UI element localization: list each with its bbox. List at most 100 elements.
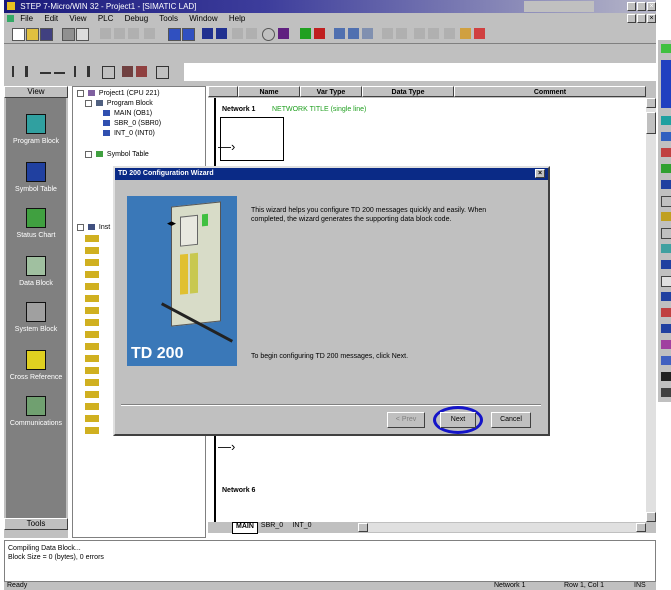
rail-icon-15[interactable] <box>661 308 671 317</box>
rail-icon-2[interactable] <box>661 60 671 108</box>
rail-icon-1[interactable] <box>661 44 671 53</box>
menu-file[interactable]: File <box>20 14 33 23</box>
tree-item-main[interactable]: MAIN (OB1) <box>103 109 152 118</box>
box-icon[interactable] <box>102 66 115 79</box>
compile-all-icon[interactable] <box>182 28 195 41</box>
compile-icon[interactable] <box>168 28 181 41</box>
print-icon[interactable] <box>62 28 75 41</box>
col-data-type[interactable]: Data Type <box>362 86 454 97</box>
toggle-view-icon[interactable] <box>156 66 169 79</box>
col-var-type[interactable]: Var Type <box>300 86 362 97</box>
scroll-left-icon[interactable] <box>358 523 368 532</box>
trend-icon[interactable] <box>362 28 373 39</box>
minimize-button[interactable] <box>627 2 636 11</box>
nav-item-status-chart[interactable]: Status Chart <box>4 208 68 239</box>
expand-icon[interactable] <box>77 89 84 97</box>
nav-item-cross-reference[interactable]: Cross Reference <box>4 350 68 381</box>
upload-icon[interactable] <box>202 28 213 39</box>
delete-network-icon[interactable] <box>136 66 147 77</box>
doc-restore-button[interactable] <box>637 14 646 23</box>
scroll-thumb[interactable] <box>646 112 656 134</box>
td200-wizard-icon[interactable] <box>474 28 485 39</box>
restore-button[interactable] <box>637 2 646 11</box>
options-icon[interactable] <box>278 28 289 39</box>
next-button[interactable]: Next <box>440 412 476 428</box>
rail-icon-3[interactable] <box>661 116 671 125</box>
menu-tools[interactable]: Tools <box>159 14 178 23</box>
rail-icon-10[interactable] <box>661 228 671 239</box>
contact-icon[interactable] <box>12 66 27 77</box>
coil-out-icon[interactable] <box>88 66 101 77</box>
tab-main[interactable]: MAIN <box>232 522 258 534</box>
rail-icon-12[interactable] <box>661 260 671 269</box>
cut-icon[interactable] <box>100 28 111 39</box>
find-icon[interactable] <box>262 28 275 41</box>
line-right-icon[interactable] <box>54 72 65 74</box>
menu-window[interactable]: Window <box>189 14 217 23</box>
menu-help[interactable]: Help <box>229 14 245 23</box>
scroll-up-icon[interactable] <box>646 98 656 108</box>
print-preview-icon[interactable] <box>76 28 89 41</box>
tab-int[interactable]: INT_0 <box>288 522 316 532</box>
rail-icon-20[interactable] <box>661 388 671 397</box>
rail-icon-14[interactable] <box>661 292 671 301</box>
menu-debug[interactable]: Debug <box>125 14 149 23</box>
nav-item-system-block[interactable]: System Block <box>4 302 68 333</box>
save-icon[interactable] <box>40 28 53 41</box>
single-read-icon[interactable] <box>444 28 455 39</box>
read-all-icon[interactable] <box>414 28 425 39</box>
menu-view[interactable]: View <box>69 14 86 23</box>
undo-icon[interactable] <box>144 28 155 39</box>
nav-footer-tools[interactable]: Tools <box>4 518 68 530</box>
rail-icon-7[interactable] <box>661 180 671 189</box>
back-button[interactable]: < Prev <box>387 412 425 428</box>
force-icon[interactable] <box>382 28 393 39</box>
line-left-icon[interactable] <box>40 72 51 74</box>
menu-plc[interactable]: PLC <box>98 14 114 23</box>
rail-icon-16[interactable] <box>661 324 671 333</box>
nav-item-data-block[interactable]: Data Block <box>4 256 68 287</box>
open-icon[interactable] <box>26 28 39 41</box>
cancel-button[interactable]: Cancel <box>491 412 531 428</box>
run-icon[interactable] <box>300 28 311 39</box>
unforce-icon[interactable] <box>396 28 407 39</box>
tab-sbr[interactable]: SBR_0 <box>258 522 286 532</box>
sort-asc-icon[interactable] <box>232 28 243 39</box>
menu-edit[interactable]: Edit <box>44 14 58 23</box>
contact-no-icon[interactable] <box>74 66 89 77</box>
expand-icon[interactable] <box>85 99 92 107</box>
tree-program-block[interactable]: Program Block <box>85 99 153 108</box>
tree-item-sbr[interactable]: SBR_0 (SBR0) <box>103 119 161 128</box>
rail-icon-6[interactable] <box>661 164 671 173</box>
scroll-right-icon[interactable] <box>636 523 646 532</box>
scroll-down-icon[interactable] <box>646 512 656 522</box>
rail-icon-9[interactable] <box>661 212 671 221</box>
new-icon[interactable] <box>12 28 25 41</box>
write-all-icon[interactable] <box>428 28 439 39</box>
tree-item-int[interactable]: INT_0 (INT0) <box>103 129 155 138</box>
sort-desc-icon[interactable] <box>246 28 257 39</box>
rail-icon-13[interactable] <box>661 276 671 287</box>
network-1-title[interactable]: NETWORK TITLE (single line) <box>272 106 366 113</box>
rail-icon-11[interactable] <box>661 244 671 253</box>
doc-minimize-button[interactable] <box>627 14 636 23</box>
nav-item-program-block[interactable]: Program Block <box>4 114 68 145</box>
status-icon[interactable] <box>334 28 345 39</box>
doc-close-button[interactable]: × <box>647 14 656 23</box>
nav-item-symbol-table[interactable]: Symbol Table <box>4 162 68 193</box>
vertical-scrollbar[interactable] <box>646 98 656 522</box>
copy-icon[interactable] <box>114 28 125 39</box>
rail-icon-18[interactable] <box>661 356 671 365</box>
chart-status-icon[interactable] <box>348 28 359 39</box>
rail-icon-19[interactable] <box>661 372 671 381</box>
expand-icon[interactable] <box>77 223 84 231</box>
instruction-wizard-icon[interactable] <box>460 28 471 39</box>
nav-item-communications[interactable]: Communications <box>4 396 68 427</box>
network-icon[interactable] <box>122 66 133 77</box>
paste-icon[interactable] <box>128 28 139 39</box>
download-icon[interactable] <box>216 28 227 39</box>
stop-icon[interactable] <box>314 28 325 39</box>
col-comment[interactable]: Comment <box>454 86 646 97</box>
col-name[interactable]: Name <box>238 86 300 97</box>
horizontal-scrollbar[interactable] <box>358 523 646 532</box>
